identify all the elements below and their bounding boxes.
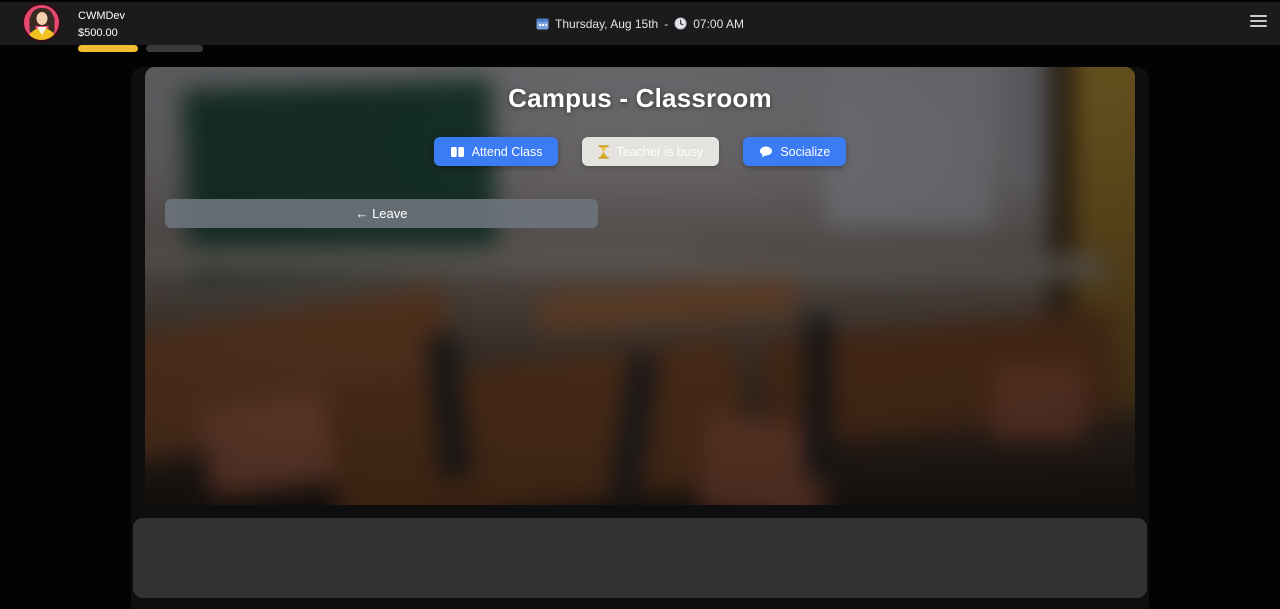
scene-content: Campus - Classroom Attend Class	[145, 67, 1135, 505]
location-card: Campus - Classroom Attend Class	[131, 67, 1149, 609]
book-icon	[450, 146, 465, 158]
secondary-progress-bar	[146, 45, 203, 52]
bottom-panel	[133, 518, 1147, 598]
socialize-label: Socialize	[780, 145, 830, 159]
teacher-busy-button: Teacher is busy	[582, 137, 719, 166]
hamburger-line	[1250, 25, 1267, 27]
top-bar: CWMDev $500.00 Thursday, Aug 15th - 07:0…	[0, 2, 1280, 45]
date-label: Thursday, Aug 15th	[555, 17, 658, 31]
page-title: Campus - Classroom	[145, 83, 1135, 114]
leave-button[interactable]: ← Leave	[165, 199, 598, 228]
speech-bubble-icon	[759, 146, 773, 158]
leave-label: ← Leave	[355, 206, 407, 221]
player-chip[interactable]: CWMDev $500.00	[22, 3, 203, 52]
attend-class-label: Attend Class	[472, 145, 543, 159]
player-money: $500.00	[78, 26, 203, 41]
hamburger-menu-icon[interactable]	[1250, 15, 1267, 27]
action-buttons-row: Attend Class Teacher is busy	[145, 137, 1135, 166]
teacher-busy-label: Teacher is busy	[616, 145, 703, 159]
hourglass-icon	[598, 145, 609, 159]
player-info: CWMDev $500.00	[78, 3, 203, 52]
avatar-collar	[37, 27, 47, 35]
player-name: CWMDev	[78, 9, 203, 24]
datetime-display: Thursday, Aug 15th - 07:00 AM	[536, 17, 744, 31]
hamburger-line	[1250, 20, 1267, 22]
clock-icon	[674, 17, 687, 30]
avatar-face	[36, 12, 47, 25]
calendar-icon	[536, 17, 549, 30]
socialize-button[interactable]: Socialize	[743, 137, 846, 166]
time-label: 07:00 AM	[693, 17, 744, 31]
attend-class-button[interactable]: Attend Class	[434, 137, 559, 166]
hamburger-line	[1250, 15, 1267, 17]
player-stat-bars	[78, 45, 203, 52]
player-avatar[interactable]	[22, 3, 61, 42]
classroom-scene: Campus - Classroom Attend Class	[145, 67, 1135, 505]
datetime-separator: -	[664, 17, 668, 31]
money-progress-bar	[78, 45, 138, 52]
